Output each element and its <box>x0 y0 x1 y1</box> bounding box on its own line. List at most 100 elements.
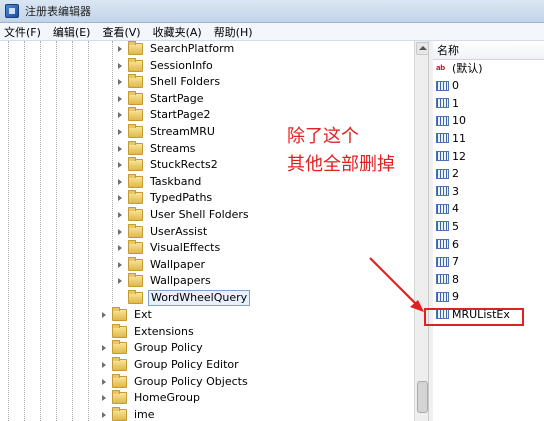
expand-arrow-icon[interactable] <box>102 312 106 319</box>
tree-item[interactable]: Group Policy Editor <box>102 356 241 373</box>
value-item[interactable]: 0 <box>436 78 459 94</box>
expand-arrow-icon[interactable] <box>118 46 122 52</box>
tree-item[interactable]: StuckRects2 <box>118 157 220 173</box>
tree-item-label: Streams <box>150 141 196 155</box>
value-item[interactable]: 10 <box>436 113 466 129</box>
value-name: 7 <box>452 255 459 269</box>
menu-view[interactable]: 查看(V) <box>96 24 146 40</box>
expand-arrow-icon[interactable] <box>102 361 106 368</box>
expand-arrow-icon[interactable] <box>118 195 122 202</box>
tree-item[interactable]: Group Policy Objects <box>102 373 250 390</box>
tree-item[interactable]: Streams <box>118 140 198 157</box>
value-item[interactable]: 6 <box>436 236 459 252</box>
expand-arrow-icon[interactable] <box>118 95 122 102</box>
binary-value-icon <box>436 133 449 144</box>
tree-scrollbar[interactable] <box>414 41 429 421</box>
expand-arrow-icon[interactable] <box>118 62 122 69</box>
folder-icon <box>128 140 143 155</box>
menu-favorites[interactable]: 收藏夹(A) <box>147 24 208 40</box>
tree-item-label: UserAssist <box>150 224 208 238</box>
tree-item-label: HomeGroup <box>134 391 200 405</box>
folder-icon <box>112 323 127 338</box>
value-name: 8 <box>452 272 459 286</box>
menu-file[interactable]: 文件(F) <box>0 24 47 40</box>
value-name: 12 <box>452 149 466 163</box>
menu-help[interactable]: 帮助(H) <box>208 24 259 40</box>
value-item[interactable]: 12 <box>436 148 466 164</box>
tree-item-label: Extensions <box>134 324 194 338</box>
tree-item[interactable]: HomeGroup <box>102 390 202 406</box>
menu-edit[interactable]: 编辑(E) <box>47 24 97 40</box>
value-item[interactable]: 4 <box>436 201 459 217</box>
folder-icon <box>128 107 143 122</box>
expand-arrow-icon[interactable] <box>118 212 122 218</box>
expand-arrow-icon[interactable] <box>102 345 106 352</box>
tree-item[interactable]: StreamMRU <box>118 124 217 140</box>
value-item[interactable]: ab (默认) <box>436 60 483 76</box>
tree-item-label: Ext <box>134 308 152 322</box>
expand-arrow-icon[interactable] <box>118 129 122 135</box>
tree-item[interactable]: Taskband <box>118 173 203 190</box>
folder-icon <box>128 124 143 138</box>
tree-item[interactable]: WordWheelQuery <box>118 290 251 306</box>
binary-value-icon <box>436 186 449 197</box>
column-header-name[interactable]: 名称 <box>433 41 544 60</box>
expand-arrow-icon[interactable] <box>118 245 122 252</box>
tree-item[interactable]: User Shell Folders <box>118 207 251 223</box>
expand-arrow-icon[interactable] <box>118 178 122 185</box>
tree-item-label: Group Policy Editor <box>134 357 239 371</box>
value-name: 2 <box>452 167 459 181</box>
expand-arrow-icon[interactable] <box>102 411 106 418</box>
expand-arrow-icon[interactable] <box>118 278 122 285</box>
value-item[interactable]: 7 <box>436 254 459 270</box>
values-list[interactable]: 名称 ab (默认) 0 1 10 11 12 2 3 4 5 6 7 8 9 MRUListEx <box>433 41 544 421</box>
binary-value-icon <box>436 80 449 91</box>
tree-item[interactable]: Group Policy <box>102 340 205 356</box>
tree-item[interactable]: StartPage <box>118 90 206 107</box>
tree-item-label: TypedPaths <box>150 191 213 205</box>
registry-tree[interactable]: SearchPlatform SessionInfo Shell Folders St… <box>0 41 414 421</box>
value-name: 11 <box>452 131 466 145</box>
expand-arrow-icon[interactable] <box>118 145 122 152</box>
expand-arrow-icon[interactable] <box>102 378 106 385</box>
value-name: (默认) <box>452 62 483 75</box>
value-item[interactable]: 9 <box>436 289 459 305</box>
expand-arrow-icon[interactable] <box>118 162 122 169</box>
folder-icon <box>128 90 143 105</box>
tree-item[interactable]: SessionInfo <box>118 57 215 74</box>
scroll-thumb[interactable] <box>417 381 428 413</box>
expand-arrow-icon[interactable] <box>118 228 122 235</box>
value-item[interactable]: 2 <box>436 166 459 182</box>
tree-item[interactable]: Wallpaper <box>118 256 207 273</box>
tree-guide-line <box>88 41 89 421</box>
value-item[interactable]: 5 <box>436 218 459 234</box>
tree-item[interactable]: Shell Folders <box>118 74 222 90</box>
binary-value-icon <box>436 168 449 179</box>
folder-icon <box>128 74 143 89</box>
tree-item[interactable]: UserAssist <box>118 223 209 240</box>
tree-item[interactable]: Ext <box>102 307 154 323</box>
tree-item[interactable]: ime <box>102 406 157 421</box>
value-item[interactable]: 8 <box>436 271 459 287</box>
tree-item-label: Shell Folders <box>150 75 221 89</box>
value-item[interactable]: 1 <box>436 95 459 111</box>
tree-item[interactable]: Wallpapers <box>118 273 213 289</box>
registry-icon <box>5 4 19 18</box>
tree-item[interactable]: SearchPlatform <box>118 41 236 57</box>
tree-item[interactable]: StartPage2 <box>118 107 213 123</box>
tree-guide-line <box>40 41 41 421</box>
tree-item-label: Wallpaper <box>150 257 206 271</box>
folder-icon <box>112 340 127 355</box>
tree-item-label: StartPage <box>150 91 204 105</box>
value-item[interactable]: 3 <box>436 183 459 199</box>
tree-item[interactable]: TypedPaths <box>118 190 214 206</box>
tree-item[interactable]: Extensions <box>102 323 196 340</box>
expand-arrow-icon[interactable] <box>118 79 122 86</box>
tree-item[interactable]: VisualEffects <box>118 240 222 256</box>
value-name: 3 <box>452 184 459 198</box>
folder-icon <box>128 223 143 238</box>
expand-arrow-icon[interactable] <box>118 261 122 268</box>
value-item[interactable]: 11 <box>436 130 466 146</box>
expand-arrow-icon[interactable] <box>118 112 122 119</box>
expand-arrow-icon[interactable] <box>102 395 106 402</box>
